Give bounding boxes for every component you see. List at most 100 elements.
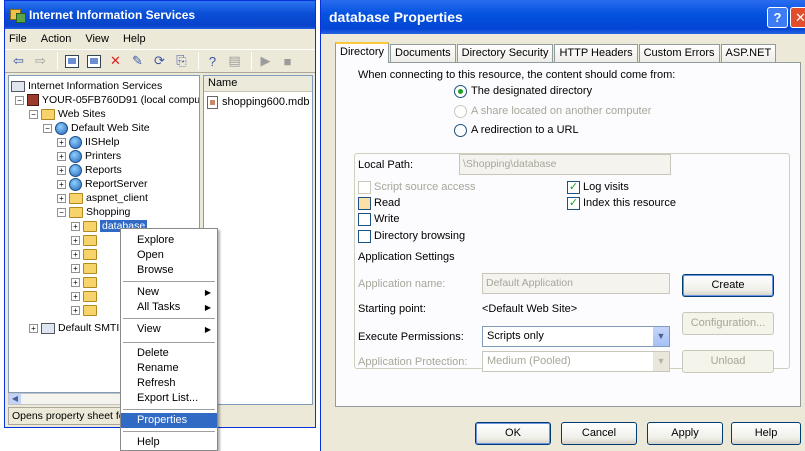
- radio-redirection[interactable]: [454, 124, 467, 137]
- tree-item-subfolder[interactable]: +: [71, 261, 100, 275]
- tab-directory-security[interactable]: Directory Security: [456, 44, 554, 63]
- menu-help[interactable]: Help: [123, 33, 146, 45]
- tree-item-reportserver[interactable]: + ReportServer: [57, 177, 147, 191]
- ctx-explore[interactable]: Explore: [121, 233, 217, 248]
- radio-redirection-label[interactable]: A redirection to a URL: [471, 124, 579, 136]
- collapse-icon[interactable]: −: [29, 109, 38, 119]
- tree-item-subfolder[interactable]: +: [71, 247, 100, 261]
- expand-icon[interactable]: +: [71, 221, 80, 231]
- folder-icon: [83, 304, 97, 316]
- vdir-icon: [69, 149, 82, 163]
- radio-designated-directory-label[interactable]: The designated directory: [471, 85, 592, 97]
- write-label[interactable]: Write: [374, 213, 399, 225]
- checkbox-log-visits[interactable]: ✓: [567, 181, 580, 194]
- folder-icon: [41, 108, 55, 120]
- help-button[interactable]: Help: [731, 422, 801, 445]
- tab-documents[interactable]: Documents: [390, 44, 456, 63]
- tree-item-aspnet-client[interactable]: + aspnet_client: [57, 191, 148, 205]
- tree-item-shopping[interactable]: − Shopping: [57, 205, 130, 219]
- folder-icon: [69, 206, 83, 218]
- ok-button[interactable]: OK: [475, 422, 551, 445]
- dialog-title-bar[interactable]: database Properties: [321, 0, 805, 34]
- collapse-icon[interactable]: −: [57, 207, 66, 217]
- properties-icon[interactable]: ✎: [128, 52, 147, 71]
- play-icon[interactable]: ▶: [256, 52, 275, 71]
- index-resource-label[interactable]: Index this resource: [583, 197, 676, 209]
- expand-icon[interactable]: +: [29, 323, 38, 333]
- application-name-field: Default Application: [482, 273, 670, 294]
- refresh-icon[interactable]: ⟳: [150, 52, 169, 71]
- ctx-help[interactable]: Help: [121, 435, 217, 450]
- folder-icon: [83, 220, 97, 232]
- ctx-export-list[interactable]: Export List...: [121, 391, 217, 406]
- expand-icon[interactable]: +: [57, 137, 66, 147]
- create-button[interactable]: Create: [682, 274, 774, 297]
- checkbox-index-resource[interactable]: ✓: [567, 197, 580, 210]
- stop-icon[interactable]: ■: [278, 52, 297, 71]
- show-tree-icon[interactable]: [84, 52, 103, 71]
- list-item[interactable]: shopping600.mdb: [204, 94, 312, 110]
- tree-item-iishelp[interactable]: + IISHelp: [57, 135, 119, 149]
- ctx-browse[interactable]: Browse: [121, 263, 217, 278]
- tree-item-printers[interactable]: + Printers: [57, 149, 121, 163]
- export-icon[interactable]: ⎘: [172, 52, 191, 71]
- radio-designated-directory[interactable]: [454, 85, 467, 98]
- ctx-properties[interactable]: Properties: [121, 413, 217, 428]
- cancel-button[interactable]: Cancel: [561, 422, 637, 445]
- tab-directory[interactable]: Directory: [335, 42, 390, 63]
- title-close-icon[interactable]: ✕: [790, 7, 805, 28]
- tab-aspnet[interactable]: ASP.NET: [720, 44, 777, 63]
- apply-button[interactable]: Apply: [647, 422, 723, 445]
- menu-file[interactable]: File: [9, 33, 27, 45]
- collapse-icon[interactable]: −: [15, 95, 24, 105]
- ctx-rename[interactable]: Rename: [121, 361, 217, 376]
- tree-item-subfolder[interactable]: +: [71, 303, 100, 317]
- back-icon[interactable]: ⇦: [9, 52, 28, 71]
- list-column-name[interactable]: Name: [204, 76, 312, 92]
- collapse-icon[interactable]: −: [43, 123, 52, 133]
- tree-item-subfolder[interactable]: +: [71, 275, 100, 289]
- ctx-open[interactable]: Open: [121, 248, 217, 263]
- tree-default-web-site[interactable]: − Default Web Site: [43, 121, 150, 135]
- execute-permissions-select[interactable]: Scripts only ▼: [482, 326, 670, 347]
- expand-icon[interactable]: +: [57, 179, 66, 189]
- folder-icon: [83, 290, 97, 302]
- computer-icon[interactable]: ▤: [225, 52, 244, 71]
- help-toolbar-icon[interactable]: ?: [203, 52, 222, 71]
- tab-custom-errors[interactable]: Custom Errors: [638, 44, 720, 63]
- checkbox-read[interactable]: [358, 197, 371, 210]
- tree-computer[interactable]: − YOUR-05FB760D91 (local compu: [15, 93, 199, 107]
- delete-icon[interactable]: ✕: [106, 52, 125, 71]
- read-label[interactable]: Read: [374, 197, 400, 209]
- expand-icon[interactable]: +: [57, 165, 66, 175]
- forward-icon[interactable]: ⇨: [31, 52, 50, 71]
- vdir-icon: [69, 177, 82, 191]
- ctx-view[interactable]: View ▶: [121, 322, 217, 337]
- checkbox-write[interactable]: [358, 213, 371, 226]
- expand-icon[interactable]: +: [57, 193, 66, 203]
- title-help-icon[interactable]: ?: [767, 7, 788, 28]
- tree-item-subfolder[interactable]: +: [71, 289, 100, 303]
- menu-view[interactable]: View: [85, 33, 109, 45]
- file-list[interactable]: Name shopping600.mdb: [203, 75, 313, 405]
- tree-item-subfolder[interactable]: +: [71, 233, 100, 247]
- tree-item-reports[interactable]: + Reports: [57, 163, 122, 177]
- directory-browsing-label[interactable]: Directory browsing: [374, 230, 465, 242]
- ctx-all-tasks[interactable]: All Tasks ▶: [121, 300, 217, 315]
- log-visits-label[interactable]: Log visits: [583, 181, 629, 193]
- iis-title-bar[interactable]: Internet Information Services: [5, 1, 315, 29]
- chevron-down-icon[interactable]: ▼: [652, 327, 669, 346]
- checkbox-directory-browsing[interactable]: [358, 230, 371, 243]
- scroll-left-icon[interactable]: ◀: [9, 394, 21, 404]
- tree-web-sites[interactable]: − Web Sites: [29, 107, 106, 121]
- expand-icon[interactable]: +: [57, 151, 66, 161]
- tree-item-smtp[interactable]: + Default SMTI: [29, 321, 119, 335]
- folder-icon: [83, 262, 97, 274]
- menu-action[interactable]: Action: [41, 33, 72, 45]
- tab-http-headers[interactable]: HTTP Headers: [554, 44, 638, 63]
- ctx-new[interactable]: New ▶: [121, 285, 217, 300]
- ctx-refresh[interactable]: Refresh: [121, 376, 217, 391]
- up-folder-icon[interactable]: [62, 52, 81, 71]
- tree-root[interactable]: Internet Information Services: [11, 79, 162, 93]
- ctx-delete[interactable]: Delete: [121, 346, 217, 361]
